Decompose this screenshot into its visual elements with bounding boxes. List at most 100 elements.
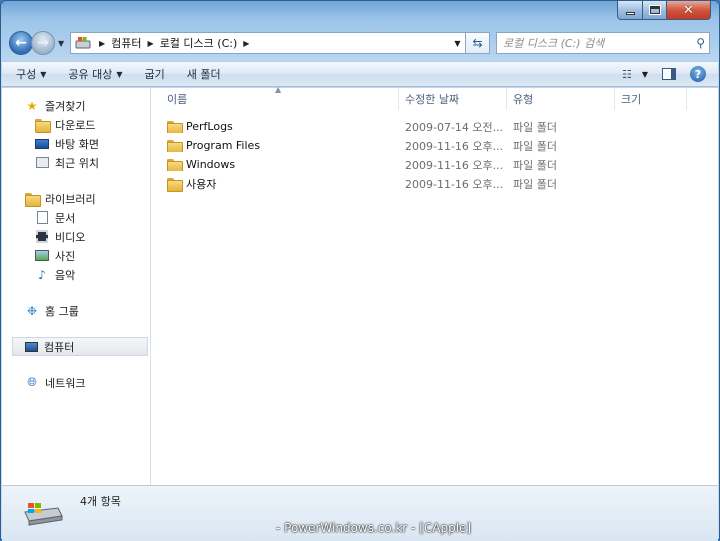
forward-button[interactable]: →: [31, 31, 55, 55]
nav-downloads[interactable]: 다운로드: [2, 115, 150, 134]
view-list-icon: ☷: [621, 67, 632, 81]
breadcrumb-computer[interactable]: 컴퓨터: [111, 35, 141, 51]
breadcrumb-separator[interactable]: ▶: [148, 39, 154, 48]
nav-computer-label: 컴퓨터: [44, 340, 75, 354]
breadcrumb-local-disk[interactable]: 로컬 디스크 (C:): [160, 35, 238, 51]
nav-favorites-label: 즐겨찾기: [45, 99, 86, 113]
column-header-size[interactable]: 크기: [615, 88, 687, 110]
folder-icon: [167, 158, 183, 171]
search-input[interactable]: 로컬 디스크 (C:) 검색 ⚲: [496, 32, 710, 54]
homegroup-icon: ❉: [26, 303, 38, 318]
command-bar: 구성 ▼ 공유 대상 ▼ 굽기 새 폴더 ☷ ▼ ?: [2, 61, 718, 87]
nav-network-label: 네트워크: [45, 376, 86, 390]
folder-icon: [167, 139, 183, 152]
breadcrumb-separator[interactable]: ▶: [243, 39, 249, 48]
change-view-button[interactable]: ☷ ▼: [622, 68, 648, 81]
minimize-icon: [625, 11, 635, 15]
search-icon[interactable]: ⚲: [696, 36, 705, 50]
library-icon: [24, 192, 41, 207]
file-row[interactable]: 사용자 2009-11-16 오후... 파일 폴더: [151, 174, 718, 193]
nav-recent-places[interactable]: 최근 위치: [2, 153, 150, 172]
share-with-label: 공유 대상: [68, 68, 113, 81]
file-type: 파일 폴더: [513, 177, 557, 191]
file-date: 2009-07-14 오전...: [405, 120, 504, 134]
nav-videos-label: 비디오: [55, 230, 86, 244]
nav-music-label: 음악: [55, 268, 76, 282]
file-rows: PerfLogs 2009-07-14 오전... 파일 폴더 Program …: [151, 110, 718, 193]
desktop-icon: [34, 137, 50, 151]
organize-label: 구성: [16, 68, 37, 81]
downloads-folder-icon: [34, 118, 51, 133]
column-headers: ▲ 이름 수정한 날짜 유형 크기: [151, 85, 718, 110]
explorer-window: ✕ ← → ▼ ▶ 컴퓨터 ▶ 로컬 디스크 (C:) ▶ ▼ ⇆ 로컬 디스크…: [0, 0, 720, 541]
star-icon: ★: [26, 98, 38, 113]
file-name-cell: PerfLogs: [151, 120, 399, 133]
nav-computer[interactable]: 컴퓨터: [12, 337, 148, 356]
organize-button[interactable]: 구성 ▼: [16, 66, 46, 82]
new-folder-button[interactable]: 새 폴더: [187, 66, 221, 82]
close-button[interactable]: ✕: [667, 1, 711, 20]
new-folder-label: 새 폴더: [186, 68, 221, 81]
file-row[interactable]: PerfLogs 2009-07-14 오전... 파일 폴더: [151, 117, 718, 136]
file-name-cell: Windows: [151, 158, 399, 171]
back-button[interactable]: ←: [9, 31, 33, 55]
file-date: 2009-11-16 오후...: [405, 158, 504, 172]
file-date: 2009-11-16 오후...: [405, 177, 504, 191]
file-type: 파일 폴더: [513, 158, 557, 172]
nav-documents[interactable]: 문서: [2, 208, 150, 227]
caption-buttons: ✕: [617, 1, 711, 20]
chevron-down-icon: ▼: [641, 69, 648, 79]
nav-homegroup[interactable]: ❉ 홈 그룹: [2, 301, 150, 320]
navigation-pane: ★ 즐겨찾기 다운로드 바탕 화면 최근 위치 라이브러리 문서 비디오 사진 …: [2, 88, 151, 485]
homegroup-group: ❉ 홈 그룹: [2, 301, 150, 320]
nav-favorites[interactable]: ★ 즐겨찾기: [2, 96, 150, 115]
forward-arrow-icon: →: [37, 35, 49, 51]
pictures-icon: [34, 249, 50, 263]
nav-network[interactable]: 🌐︎ 네트워크: [2, 373, 150, 392]
search-placeholder: 로컬 디스크 (C:) 검색: [503, 37, 605, 50]
maximize-button[interactable]: [643, 1, 667, 20]
main-area: ★ 즐겨찾기 다운로드 바탕 화면 최근 위치 라이브러리 문서 비디오 사진 …: [2, 85, 718, 485]
breadcrumb-separator[interactable]: ▶: [99, 39, 105, 48]
burn-button[interactable]: 굽기: [145, 66, 165, 82]
back-arrow-icon: ←: [15, 35, 27, 51]
share-with-button[interactable]: 공유 대상 ▼: [68, 66, 122, 82]
address-bar[interactable]: ▶ 컴퓨터 ▶ 로컬 디스크 (C:) ▶ ▼: [70, 32, 466, 54]
file-row[interactable]: Windows 2009-11-16 오후... 파일 폴더: [151, 155, 718, 174]
file-list-pane: ▲ 이름 수정한 날짜 유형 크기 PerfLogs 2009-07-14 오전…: [151, 85, 718, 485]
drive-icon: [75, 37, 91, 49]
recent-pages-dropdown[interactable]: ▼: [58, 39, 66, 48]
column-header-date[interactable]: 수정한 날짜: [399, 88, 507, 110]
minimize-button[interactable]: [617, 1, 643, 20]
folder-icon: [167, 177, 183, 192]
close-icon: ✕: [683, 2, 694, 18]
refresh-button[interactable]: ⇆: [466, 32, 490, 54]
network-group: 🌐︎ 네트워크: [2, 373, 150, 392]
nav-pictures[interactable]: 사진: [2, 246, 150, 265]
file-row[interactable]: Program Files 2009-11-16 오후... 파일 폴더: [151, 136, 718, 155]
nav-homegroup-label: 홈 그룹: [45, 304, 79, 318]
folder-icon: [167, 120, 183, 133]
file-date: 2009-11-16 오후...: [405, 139, 504, 153]
file-type: 파일 폴더: [513, 120, 557, 134]
help-icon[interactable]: ?: [690, 66, 706, 82]
file-name-cell: 사용자: [151, 176, 399, 192]
nav-videos[interactable]: 비디오: [2, 227, 150, 246]
item-count: 4개 항목: [80, 495, 121, 508]
documents-icon: [34, 211, 50, 225]
file-type: 파일 폴더: [513, 139, 557, 153]
nav-libraries[interactable]: 라이브러리: [2, 189, 150, 208]
file-name: Windows: [186, 158, 236, 171]
address-dropdown[interactable]: ▼: [449, 39, 465, 48]
preview-pane-icon[interactable]: [662, 68, 676, 80]
nav-music[interactable]: ♪ 음악: [2, 265, 150, 284]
column-header-type[interactable]: 유형: [507, 88, 615, 110]
chevron-down-icon: ▼: [40, 69, 47, 79]
burn-label: 굽기: [144, 68, 165, 81]
nav-downloads-label: 다운로드: [55, 118, 96, 132]
nav-desktop[interactable]: 바탕 화면: [2, 134, 150, 153]
nav-recent-label: 최근 위치: [55, 156, 99, 170]
videos-icon: [34, 230, 50, 244]
file-name: PerfLogs: [186, 120, 233, 133]
favorites-group: ★ 즐겨찾기 다운로드 바탕 화면 최근 위치: [2, 96, 150, 172]
